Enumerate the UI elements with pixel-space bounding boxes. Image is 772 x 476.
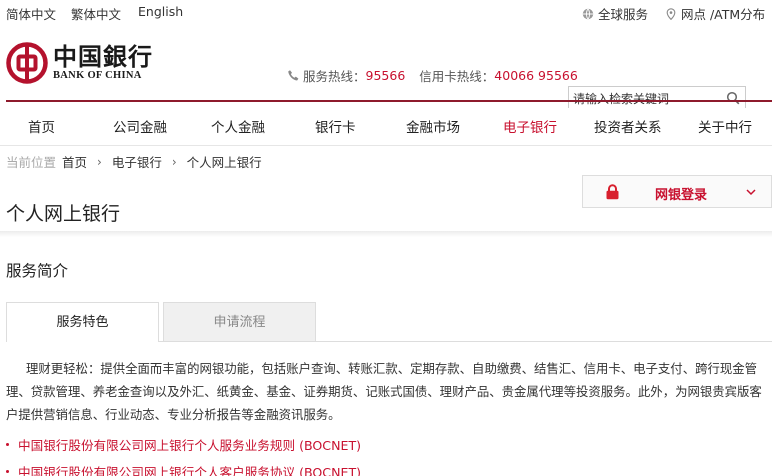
nav-item-home[interactable]: 首页 (28, 116, 55, 136)
link-business-rules[interactable]: 中国银行股份有限公司网上银行个人服务业务规则 (BOCNET) (6, 431, 766, 458)
nav-item-bank-cards[interactable]: 银行卡 (315, 116, 356, 136)
nav-item-personal-banking[interactable]: 个人金融 (211, 116, 265, 136)
bullet-dot (6, 470, 9, 473)
document-links: 中国银行股份有限公司网上银行个人服务业务规则 (BOCNET) 中国银行股份有限… (6, 431, 766, 476)
nav-item-corporate-banking[interactable]: 公司金融 (113, 116, 167, 136)
lang-english-link[interactable]: English (138, 4, 183, 19)
section-title: 服务简介 (6, 262, 69, 280)
global-service-label: 全球服务 (598, 7, 649, 22)
nav-item-financial-markets[interactable]: 金融市场 (406, 116, 460, 136)
top-bar: 简体中文 繁体中文 English 全球服务 网点 /ATM分布 (0, 0, 772, 24)
service-tabs: 服务特色 申请流程 (6, 302, 772, 342)
branches-atm-label: 网点 /ATM分布 (681, 7, 766, 22)
login-label: 网银登录 (655, 188, 708, 203)
phone-icon (288, 70, 299, 81)
bullet-dot (6, 443, 9, 446)
title-divider-shadow (0, 231, 772, 237)
main-nav: 首页 公司金融 个人金融 银行卡 金融市场 电子银行 投资者关系 关于中行 (0, 102, 772, 146)
breadcrumb-prefix: 当前位置 (6, 155, 57, 170)
lock-icon (606, 184, 619, 200)
breadcrumb-item-e-banking[interactable]: 电子银行 (112, 152, 162, 171)
card-hotline-label: 信用卡热线： (419, 69, 495, 84)
breadcrumb-item-home[interactable]: 首页 (62, 152, 87, 171)
service-hotline-label: 服务热线： (303, 69, 366, 84)
service-description: 理财更轻松：提供全面而丰富的网银功能，包括账户查询、转账汇款、定期存款、自助缴费… (6, 361, 762, 422)
tab-application-process[interactable]: 申请流程 (163, 302, 316, 342)
link-service-agreement[interactable]: 中国银行股份有限公司网上银行个人客户服务协议 (BOCNET) (6, 458, 766, 476)
site-header: 中国銀行 BANK OF CHINA 服务热线： 95566 信用卡热线： 40… (0, 24, 772, 108)
global-service-link[interactable]: 全球服务 (582, 4, 648, 23)
tab-service-features[interactable]: 服务特色 (6, 302, 159, 342)
lang-traditional-link[interactable]: 繁体中文 (71, 4, 121, 23)
nav-item-e-banking[interactable]: 电子银行 (503, 116, 557, 136)
bank-logo[interactable]: 中国銀行 BANK OF CHINA (6, 42, 153, 84)
chevron-down-icon (746, 189, 756, 196)
link-service-agreement-label: 中国银行股份有限公司网上银行个人客户服务协议 (BOCNET) (18, 465, 362, 476)
nav-item-about-boc[interactable]: 关于中行 (698, 116, 752, 136)
branches-atm-link[interactable]: 网点 /ATM分布 (665, 4, 765, 23)
card-hotline-number: 40066 95566 (494, 68, 578, 83)
online-banking-login-button[interactable]: 网银登录 (582, 175, 772, 208)
hotlines: 服务热线： 95566 信用卡热线： 40066 95566 (287, 66, 578, 85)
globe-icon (582, 8, 594, 19)
logo-english-text: BANK OF CHINA (53, 70, 142, 81)
breadcrumb: 当前位置 首页 › 电子银行 › 个人网上银行 (6, 152, 262, 171)
tabs-baseline (159, 341, 772, 342)
breadcrumb-item-current: 个人网上银行 (186, 155, 262, 170)
link-business-rules-label: 中国银行股份有限公司网上银行个人服务业务规则 (BOCNET) (18, 438, 362, 453)
breadcrumb-separator: › (97, 154, 102, 169)
map-pin-icon (666, 7, 676, 20)
bank-of-china-logo-icon (6, 42, 48, 84)
service-hotline-number: 95566 (365, 68, 406, 83)
page-title: 个人网上银行 (6, 203, 121, 225)
logo-chinese-text: 中国銀行 (53, 42, 153, 71)
nav-item-investor-relations[interactable]: 投资者关系 (594, 116, 662, 136)
breadcrumb-separator: › (171, 154, 177, 169)
lang-simplified-link[interactable]: 简体中文 (6, 4, 56, 23)
